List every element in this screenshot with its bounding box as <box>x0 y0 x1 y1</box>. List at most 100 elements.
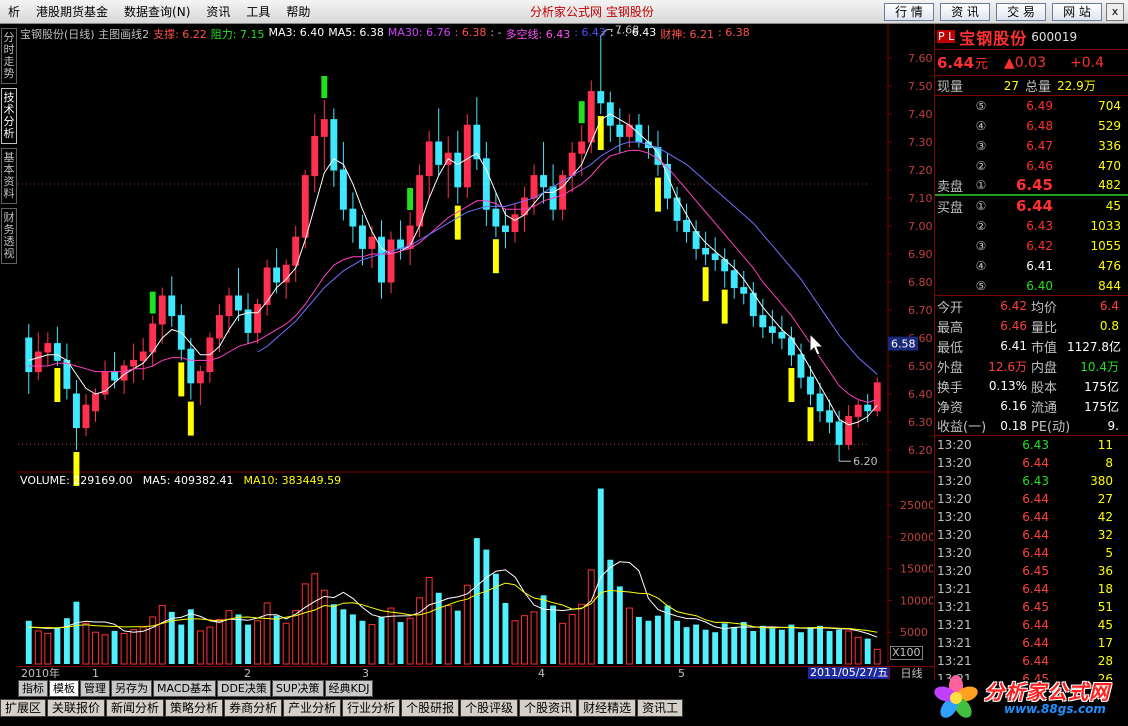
website-button[interactable]: 网 站 <box>1052 3 1102 21</box>
volume-bar <box>759 625 766 664</box>
indicator-tab[interactable]: 另存为 <box>111 680 152 697</box>
order-book-row[interactable]: ④ 6.48 529 <box>935 116 1128 136</box>
tick-row[interactable]: 13:21 6.44 18 <box>935 580 1128 598</box>
close-icon[interactable]: x <box>1106 3 1124 21</box>
info-tab[interactable]: 产业分析 <box>283 699 342 717</box>
tick-row[interactable]: 13:20 6.44 27 <box>935 490 1128 508</box>
signal-bar <box>407 188 414 210</box>
tab-basic-info[interactable]: 基本资料 <box>1 148 17 204</box>
volume-bar <box>368 624 376 665</box>
candle-body <box>740 287 748 294</box>
order-book-row[interactable]: ③ 6.42 1055 <box>935 236 1128 256</box>
order-price: 6.46 <box>1026 159 1053 173</box>
kline-chart-area[interactable]: 6.20 6.30 6.40 6.50 6.60 6.70 6.80 6.90 7.00 7.10… <box>18 24 933 668</box>
menu-item-analysis[interactable]: 析 <box>0 0 28 24</box>
period-selector[interactable]: 日线 <box>888 666 934 680</box>
tick-volume: 11 <box>1097 438 1113 452</box>
tick-row[interactable]: 13:21 6.45 26 <box>935 670 1128 680</box>
indicator-tab[interactable]: 模板 <box>49 680 79 697</box>
tab-technical-analysis[interactable]: 技术分析 <box>1 88 17 144</box>
info-tab[interactable]: 扩展区 <box>0 699 47 717</box>
menu-item-news[interactable]: 资讯 <box>198 0 238 24</box>
candle-body <box>339 169 347 210</box>
tick-time: 13:20 <box>937 546 972 560</box>
info-tab[interactable]: 个股资讯 <box>519 699 578 717</box>
news-button[interactable]: 资 讯 <box>940 3 990 21</box>
tick-row[interactable]: 13:20 6.43 380 <box>935 472 1128 490</box>
tick-row[interactable]: 13:20 6.44 42 <box>935 508 1128 526</box>
order-book-row[interactable]: 卖盘 ① 6.45 482 <box>935 176 1128 196</box>
candle-body <box>44 343 52 353</box>
menu-item-tools[interactable]: 工具 <box>238 0 278 24</box>
order-book-row[interactable]: ② 6.43 1033 <box>935 216 1128 236</box>
order-book-row[interactable]: ② 6.46 470 <box>935 156 1128 176</box>
info-tab[interactable]: 行业分析 <box>342 699 401 717</box>
info-tab[interactable]: 个股评级 <box>460 699 519 717</box>
tick-row[interactable]: 13:21 6.44 17 <box>935 634 1128 652</box>
volume-tick-label: 15000 <box>900 563 933 576</box>
info-tab[interactable]: 新闻分析 <box>106 699 165 717</box>
order-level: ④ <box>975 259 987 273</box>
menu-item-hk-futures-funds[interactable]: 港股期货基金 <box>28 0 116 24</box>
tick-row[interactable]: 13:20 6.43 11 <box>935 436 1128 454</box>
tick-row[interactable]: 13:20 6.44 5 <box>935 544 1128 562</box>
order-volume: 1033 <box>1090 219 1121 233</box>
volume-bar <box>693 624 700 664</box>
time-axis-month: 2 <box>244 667 251 680</box>
order-book-row[interactable]: 买盘 ① 6.44 45 <box>935 196 1128 216</box>
indicator-tab[interactable]: SUP决策 <box>271 680 324 697</box>
tick-row[interactable]: 13:20 6.45 36 <box>935 562 1128 580</box>
quote-button[interactable]: 行 情 <box>884 3 934 21</box>
menu-item-data-query[interactable]: 数据查询(N) <box>116 0 198 24</box>
volume-bar <box>235 614 242 664</box>
tick-row[interactable]: 13:21 6.44 45 <box>935 616 1128 634</box>
tick-price: 6.44 <box>1022 636 1049 650</box>
info-tab[interactable]: 策略分析 <box>165 699 224 717</box>
candle-body <box>864 404 872 412</box>
tick-list[interactable]: 13:20 6.43 11 13:20 6.44 8 13:20 6.43 380 13:20 6.… <box>935 436 1128 680</box>
info-tab[interactable]: 券商分析 <box>224 699 283 717</box>
tick-row[interactable]: 13:20 6.44 32 <box>935 526 1128 544</box>
indicator-tab[interactable]: 管理 <box>80 680 110 697</box>
tab-financial[interactable]: 财务透视 <box>1 208 17 264</box>
price-tick-label: 6.40 <box>908 388 933 401</box>
tick-price: 6.45 <box>1022 600 1049 614</box>
menu-item-help[interactable]: 帮助 <box>278 0 318 24</box>
tick-row[interactable]: 13:21 6.44 28 <box>935 652 1128 670</box>
info-tab[interactable]: 关联报价 <box>47 699 106 717</box>
price-change-pct: +0.4 <box>1069 54 1104 71</box>
volume-tick-label: 5000 <box>900 626 928 639</box>
candle-body <box>301 175 309 238</box>
order-book-row[interactable]: ⑤ 6.49 704 <box>935 96 1128 116</box>
indicator-tab[interactable]: 指标 <box>18 680 48 697</box>
kline-chart-svg[interactable]: 6.206.306.406.506.606.706.806.907.007.10… <box>18 24 933 668</box>
order-book-row[interactable]: ⑤ 6.40 844 <box>935 276 1128 296</box>
info-tab[interactable]: 个股研报 <box>401 699 460 717</box>
order-book-row[interactable]: ③ 6.47 336 <box>935 136 1128 156</box>
stat-label: 股本 <box>1031 380 1058 396</box>
tick-row[interactable]: 13:20 6.44 8 <box>935 454 1128 472</box>
volume-bar <box>712 632 719 664</box>
tick-volume: 28 <box>1097 654 1113 668</box>
info-tab[interactable]: 财经精选 <box>578 699 637 717</box>
tick-row[interactable]: 13:21 6.45 51 <box>935 598 1128 616</box>
tick-volume: 17 <box>1097 636 1113 650</box>
volume-bar <box>245 624 251 664</box>
volume-bar <box>655 615 661 664</box>
tick-price: 6.44 <box>1022 618 1049 632</box>
indicator-tab[interactable]: 经典KDJ <box>324 680 374 697</box>
signal-bar <box>702 267 709 302</box>
candle-body <box>311 135 319 177</box>
tab-intraday[interactable]: 分时走势 <box>1 28 17 84</box>
order-side-label: 卖盘 <box>937 179 964 195</box>
order-book-row[interactable]: ④ 6.41 476 <box>935 256 1128 276</box>
tick-time: 13:21 <box>937 654 972 668</box>
order-book: ⑤ 6.49 704 ④ 6.48 529 ③ 6.47 336 ② 6.46 470 卖盘 ① 6.45 4… <box>935 96 1128 296</box>
info-tab[interactable]: 资讯工 <box>637 699 684 717</box>
indicator-tab[interactable]: MACD基本 <box>153 680 216 697</box>
volume-bar <box>817 625 823 664</box>
stats-row: 换手 0.13% 股本 175亿 <box>935 376 1128 396</box>
trade-button[interactable]: 交 易 <box>996 3 1046 21</box>
indicator-tab[interactable]: DDE决策 <box>216 680 271 697</box>
tick-price: 6.44 <box>1022 528 1049 542</box>
